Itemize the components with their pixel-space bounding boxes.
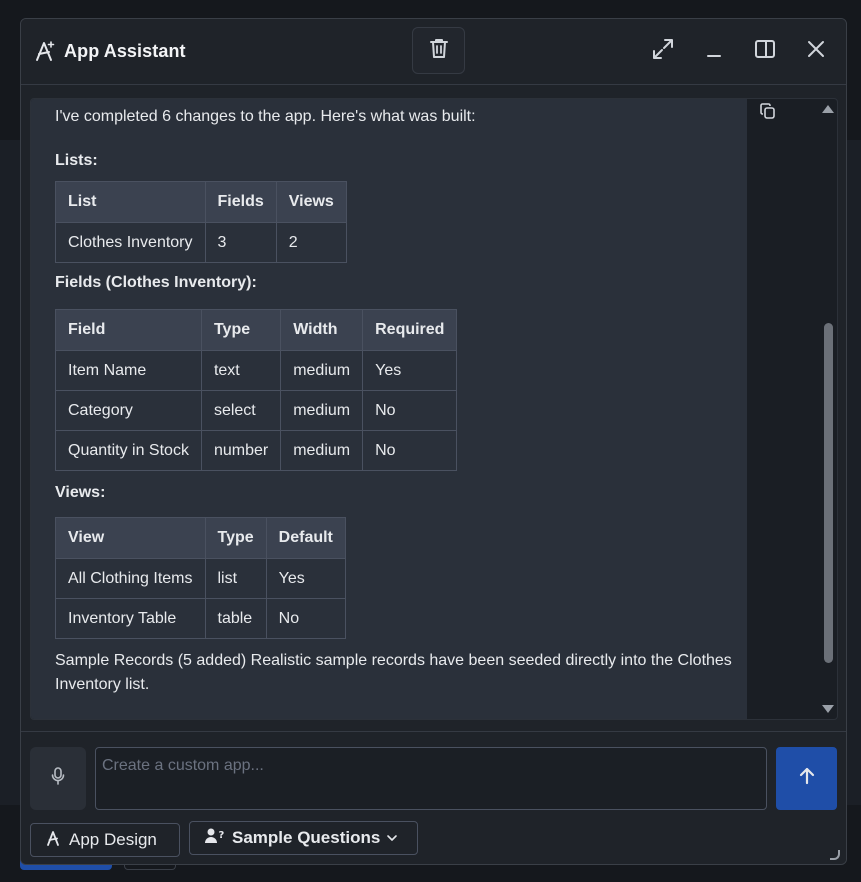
split-panel-icon [754, 38, 776, 65]
chevron-down-icon [386, 828, 398, 848]
column-header: Fields [204, 181, 277, 223]
table-row: All Clothing Items list Yes [55, 558, 346, 599]
arrow-up-icon [797, 766, 817, 791]
table-cell: Yes [362, 350, 458, 391]
column-header: Required [362, 309, 458, 351]
lists-table: List Fields Views Clothes Inventory 3 2 [55, 181, 347, 263]
copy-message-button[interactable] [759, 102, 779, 122]
column-header: Width [280, 309, 364, 351]
scrollbar-thumb[interactable] [824, 323, 833, 663]
app-assistant-icon [34, 40, 56, 62]
table-cell: No [265, 598, 346, 639]
table-row: Quantity in Stock number medium No [55, 430, 458, 471]
sample-questions-label: Sample Questions [232, 828, 381, 847]
close-icon [806, 39, 826, 64]
column-header: List [55, 181, 206, 223]
table-cell: 3 [204, 222, 277, 263]
table-cell: Inventory Table [55, 598, 206, 639]
table-cell: All Clothing Items [55, 558, 206, 599]
fields-heading: Fields (Clothes Inventory): [55, 274, 257, 291]
table-row: Clothes Inventory 3 2 [55, 222, 347, 263]
sample-questions-dropdown[interactable]: ? Sample Questions [189, 821, 418, 855]
table-cell: text [200, 350, 282, 391]
table-cell: medium [280, 390, 364, 431]
column-header: Field [55, 309, 202, 351]
app-design-label: App Design [69, 830, 157, 849]
column-header: Type [204, 517, 267, 559]
chat-scroll-area[interactable]: I've completed 6 changes to the app. Her… [30, 98, 838, 720]
table-cell: select [200, 390, 282, 431]
table-cell: list [204, 558, 267, 599]
title-group: App Assistant [34, 40, 186, 62]
table-cell: medium [280, 350, 364, 391]
microphone-icon [51, 767, 65, 790]
trash-icon [429, 37, 449, 64]
table-header-row: View Type Default [55, 517, 346, 559]
svg-text:?: ? [219, 830, 225, 841]
expand-icon [652, 38, 674, 65]
table-cell: No [362, 390, 458, 431]
table-cell: Yes [265, 558, 346, 599]
table-cell: Category [55, 390, 202, 431]
send-button[interactable] [776, 747, 837, 810]
table-cell: number [200, 430, 282, 471]
lists-heading: Lists: [55, 152, 98, 169]
dock-panel-button[interactable] [753, 39, 777, 63]
user-question-icon: ? [204, 827, 226, 850]
views-table: View Type Default All Clothing Items lis… [55, 517, 346, 639]
app-design-button[interactable]: App Design [30, 823, 180, 857]
composer: App Design ? Sample Questions [21, 731, 846, 864]
column-header: Type [200, 309, 282, 351]
views-heading: Views: [55, 484, 106, 501]
table-cell: Clothes Inventory [55, 222, 206, 263]
app-assistant-window: App Assistant I've completed 6 changes t… [20, 18, 847, 865]
minimize-button[interactable] [702, 39, 726, 63]
expand-button[interactable] [651, 38, 675, 65]
table-cell: medium [280, 430, 364, 471]
voice-input-button[interactable] [30, 747, 86, 810]
prompt-input[interactable] [95, 747, 767, 810]
fields-table: Field Type Width Required Item Name text… [55, 309, 458, 471]
window-title: App Assistant [64, 40, 186, 61]
background-panel [0, 140, 22, 805]
column-header: View [55, 517, 206, 559]
table-cell: Quantity in Stock [55, 430, 202, 471]
clear-chat-button[interactable] [412, 27, 465, 74]
table-row: Item Name text medium Yes [55, 350, 458, 391]
table-cell: table [204, 598, 267, 639]
table-cell: No [362, 430, 458, 471]
close-button[interactable] [804, 39, 828, 63]
column-header: Views [275, 181, 347, 223]
scroll-down-arrow-icon[interactable] [822, 705, 834, 713]
copy-icon [759, 103, 777, 124]
app-design-icon [45, 829, 63, 852]
table-header-row: Field Type Width Required [55, 309, 458, 351]
table-cell: Item Name [55, 350, 202, 391]
message-intro: I've completed 6 changes to the app. Her… [55, 108, 476, 125]
table-row: Category select medium No [55, 390, 458, 431]
table-header-row: List Fields Views [55, 181, 347, 223]
message-outro: Sample Records (5 added) Realistic sampl… [55, 652, 732, 693]
table-cell: 2 [275, 222, 347, 263]
window-header: App Assistant [21, 19, 846, 85]
column-header: Default [265, 517, 346, 559]
scroll-up-arrow-icon[interactable] [822, 105, 834, 113]
table-row: Inventory Table table No [55, 598, 346, 639]
minimize-icon [705, 38, 723, 65]
background-panel-right [847, 140, 861, 805]
resize-handle-icon[interactable] [830, 850, 840, 860]
assistant-message: I've completed 6 changes to the app. Her… [31, 99, 747, 719]
